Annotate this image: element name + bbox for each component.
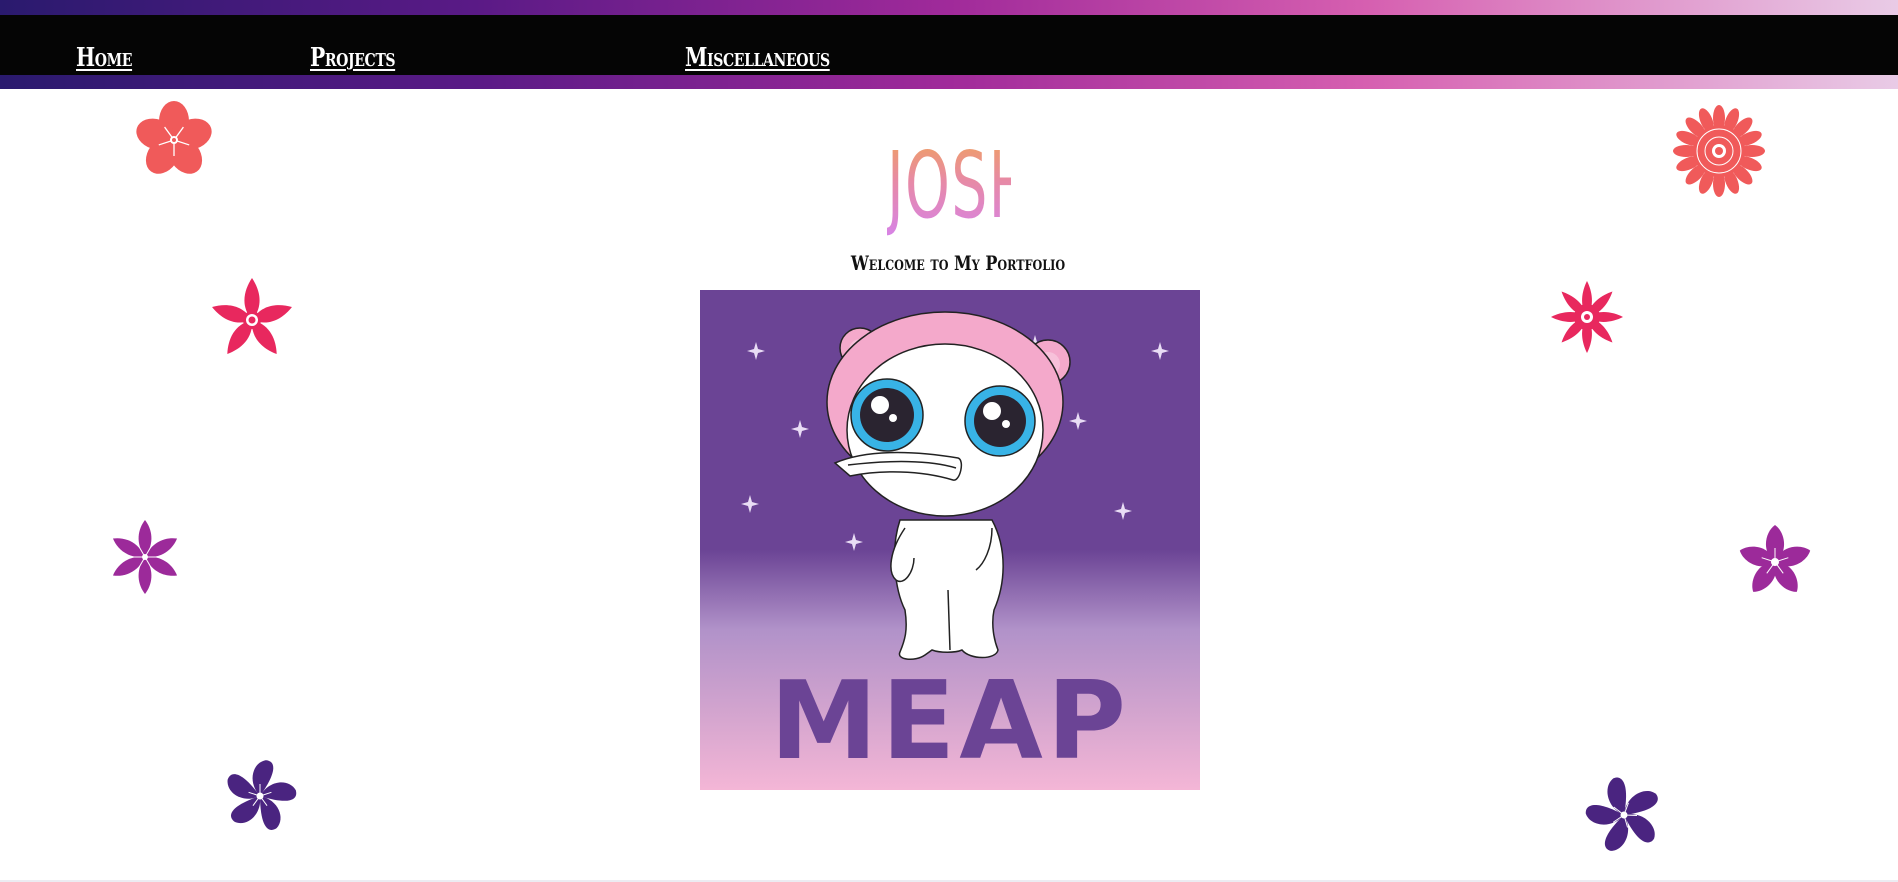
magenta-flower-icon	[112, 520, 178, 594]
nav-miscellaneous-link[interactable]: Miscellaneous	[685, 43, 830, 73]
navbar: Home Projects Miscellaneous	[0, 15, 1898, 75]
nav-projects-link[interactable]: Projects	[310, 43, 396, 73]
page-title: JOSH	[887, 132, 1033, 239]
indigo-flower-icon	[1585, 777, 1658, 851]
meap-logo-text: MEAP	[770, 659, 1130, 784]
pink-flower-icon	[1551, 281, 1623, 353]
nav-home-link[interactable]: Home	[76, 43, 132, 73]
pink-flower-icon	[212, 278, 292, 354]
meap-hero-image: MEAP	[700, 290, 1200, 790]
coral-flower-icon	[1673, 105, 1765, 197]
indigo-flower-icon	[227, 760, 297, 830]
coral-flower-icon	[136, 101, 212, 174]
magenta-flower-icon	[1739, 525, 1811, 592]
page-subtitle: Welcome to My Portfolio	[850, 251, 1066, 275]
